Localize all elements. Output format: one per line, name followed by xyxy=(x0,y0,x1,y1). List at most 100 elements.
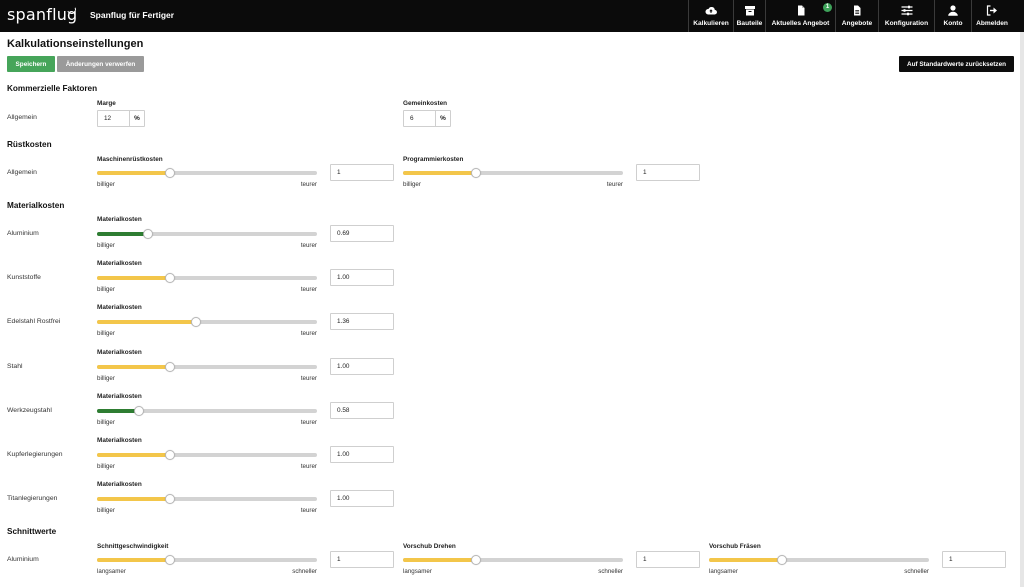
slider-max-label: teurer xyxy=(606,181,623,188)
nav-label: Konto xyxy=(943,20,963,27)
material-cost-input[interactable]: 1.00 xyxy=(330,490,394,507)
material-cost-slider[interactable]: billiger teurer xyxy=(97,315,317,337)
material-cost-input[interactable]: 1.00 xyxy=(330,446,394,463)
slider-handle[interactable] xyxy=(165,168,175,178)
material-cost-slider[interactable]: billiger teurer xyxy=(97,404,317,426)
material-cost-input[interactable]: 0.69 xyxy=(330,225,394,242)
turning-feed-slider[interactable]: langsamer schneller xyxy=(403,553,623,575)
slider-min-label: billiger xyxy=(97,375,115,382)
milling-feed-slider[interactable]: langsamer schneller xyxy=(709,553,929,575)
slider-handle[interactable] xyxy=(165,494,175,504)
margin-label: Marge xyxy=(97,100,116,107)
slider-fill xyxy=(97,276,170,280)
material-cost-input[interactable]: 1.00 xyxy=(330,269,394,286)
app-title: Spanflug für Fertiger xyxy=(90,10,175,20)
cloud-upload-icon xyxy=(705,7,717,15)
material-name: Edelstahl Rostfrei xyxy=(7,318,61,325)
user-icon xyxy=(948,5,958,16)
material-cost-input[interactable]: 1.36 xyxy=(330,313,394,330)
slider-fill xyxy=(97,453,170,457)
slider-handle[interactable] xyxy=(165,273,175,283)
slider-fill xyxy=(97,409,139,413)
slider-max-label: schneller xyxy=(598,568,623,575)
slider-handle[interactable] xyxy=(165,555,175,565)
margin-input[interactable]: 12 xyxy=(98,111,129,126)
material-cost-label: Materialkosten xyxy=(97,481,142,488)
slider-min-label: langsamer xyxy=(403,568,432,575)
slider-track xyxy=(97,497,317,501)
slider-max-label: teurer xyxy=(300,330,317,337)
material-cost-label: Materialkosten xyxy=(97,393,142,400)
material-name: Stahl xyxy=(7,363,23,370)
nav-kalkulieren[interactable]: Kalkulieren xyxy=(688,0,733,32)
slider-handle[interactable] xyxy=(471,555,481,565)
nav-angebote[interactable]: Angebote xyxy=(835,0,878,32)
milling-feed-label: Vorschub Fräsen xyxy=(709,543,761,550)
material-name: Titanlegierungen xyxy=(7,495,58,502)
slider-min-label: langsamer xyxy=(97,568,126,575)
slider-max-label: teurer xyxy=(300,463,317,470)
material-cost-slider[interactable]: billiger teurer xyxy=(97,492,317,514)
slider-max-label: teurer xyxy=(300,507,317,514)
slider-handle[interactable] xyxy=(471,168,481,178)
slider-max-label: teurer xyxy=(300,286,317,293)
slider-track xyxy=(97,558,317,562)
material-cost-label: Materialkosten xyxy=(97,349,142,356)
main-nav: Kalkulieren Bauteile Aktuelles Angebot 1… xyxy=(688,0,1012,32)
slider-fill xyxy=(97,320,196,324)
slider-handle[interactable] xyxy=(134,406,144,416)
slider-handle[interactable] xyxy=(191,317,201,327)
material-name: Kunststoffe xyxy=(7,274,41,281)
page-scrollbar[interactable] xyxy=(1020,32,1024,587)
programming-cost-input[interactable]: 1 xyxy=(636,164,700,181)
material-cost-slider[interactable]: billiger teurer xyxy=(97,227,317,249)
row-label: Aluminium xyxy=(7,556,39,563)
nav-aktuelles-angebot[interactable]: Aktuelles Angebot 1 xyxy=(765,0,835,32)
material-cost-input[interactable]: 1.00 xyxy=(330,358,394,375)
slider-max-label: schneller xyxy=(904,568,929,575)
nav-label: Konfiguration xyxy=(884,20,929,27)
overhead-input[interactable]: 6 xyxy=(404,111,435,126)
slider-track xyxy=(97,171,317,175)
slider-handle[interactable] xyxy=(165,450,175,460)
material-name: Aluminium xyxy=(7,230,39,237)
cutting-speed-slider[interactable]: langsamer schneller xyxy=(97,553,317,575)
material-name: Kupferlegierungen xyxy=(7,451,63,458)
cutting-speed-input[interactable]: 1 xyxy=(330,551,394,568)
nav-konfiguration[interactable]: Konfiguration xyxy=(878,0,934,32)
slider-handle[interactable] xyxy=(165,362,175,372)
section-title-cutting: Schnittwerte xyxy=(7,527,57,536)
slider-fill xyxy=(403,171,476,175)
slider-track xyxy=(97,320,317,324)
section-title-commercial: Kommerzielle Faktoren xyxy=(7,84,98,93)
nav-abmelden[interactable]: Abmelden xyxy=(971,0,1012,32)
nav-konto[interactable]: Konto xyxy=(934,0,971,32)
machine-setup-label: Maschinenrüstkosten xyxy=(97,156,163,163)
offer-count-badge: 1 xyxy=(823,3,832,12)
percent-suffix: % xyxy=(435,111,450,126)
discard-changes-button[interactable]: Änderungen verwerfen xyxy=(57,56,144,72)
slider-handle[interactable] xyxy=(143,229,153,239)
reset-defaults-button[interactable]: Auf Standardwerte zurücksetzen xyxy=(899,56,1014,72)
nav-label: Aktuelles Angebot xyxy=(771,20,830,27)
slider-handle[interactable] xyxy=(777,555,787,565)
material-cost-slider[interactable]: billiger teurer xyxy=(97,448,317,470)
nav-bauteile[interactable]: Bauteile xyxy=(733,0,765,32)
nav-label: Abmelden xyxy=(976,20,1008,27)
milling-feed-input[interactable]: 1 xyxy=(942,551,1006,568)
save-button[interactable]: Speichern xyxy=(7,56,55,72)
material-cost-label: Materialkosten xyxy=(97,437,142,444)
slider-max-label: teurer xyxy=(300,181,317,188)
slider-fill xyxy=(97,171,170,175)
material-cost-slider[interactable]: billiger teurer xyxy=(97,271,317,293)
row-label: Allgemein xyxy=(7,169,37,176)
programming-cost-slider[interactable]: billiger teurer xyxy=(403,166,623,188)
machine-setup-input[interactable]: 1 xyxy=(330,164,394,181)
material-cost-slider[interactable]: billiger teurer xyxy=(97,360,317,382)
turning-feed-label: Vorschub Drehen xyxy=(403,543,456,550)
slider-min-label: billiger xyxy=(97,507,115,514)
top-navbar: spanflug Spanflug für Fertiger Kalkulier… xyxy=(0,0,1024,32)
machine-setup-slider[interactable]: billiger teurer xyxy=(97,166,317,188)
material-cost-input[interactable]: 0.58 xyxy=(330,402,394,419)
turning-feed-input[interactable]: 1 xyxy=(636,551,700,568)
